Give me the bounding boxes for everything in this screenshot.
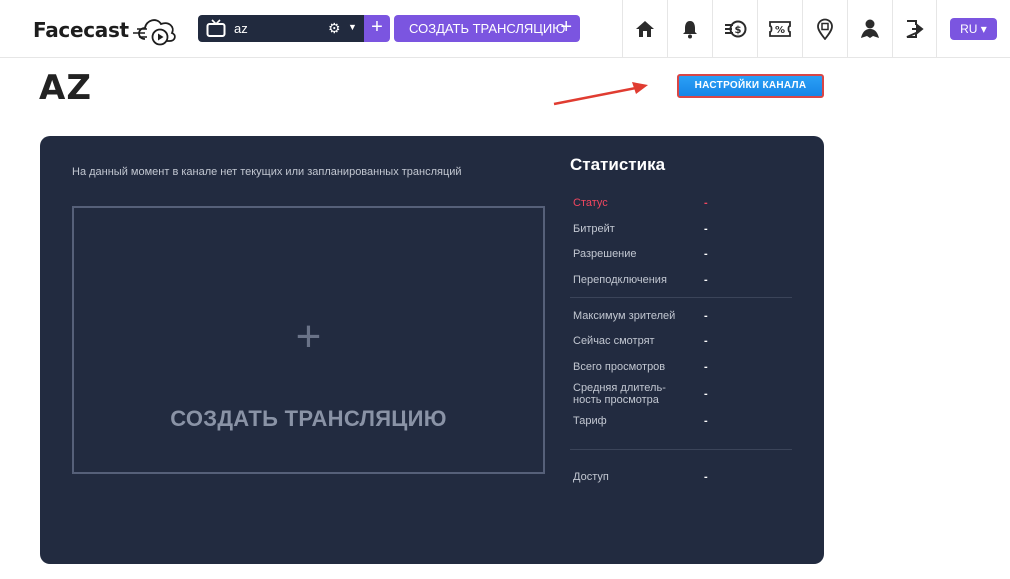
- channel-name: az: [234, 21, 248, 36]
- stat-label: Статус: [573, 197, 608, 209]
- plus-icon: +: [295, 312, 322, 361]
- no-streams-message: На данный момент в канале нет текущих ил…: [72, 166, 462, 178]
- stat-label: Всего просмотров: [573, 361, 666, 373]
- stat-value: -: [704, 197, 708, 209]
- stat-label: Максимум зрителей: [573, 310, 676, 322]
- stats-divider: [570, 449, 792, 450]
- stats-divider: [570, 297, 792, 298]
- cloud-play-icon: [132, 19, 176, 46]
- stat-access: Доступ -: [573, 471, 803, 483]
- channel-panel: На данный момент в канале нет текущих ил…: [40, 136, 824, 564]
- annotation-arrow-icon: [553, 82, 648, 106]
- top-bar: Facecast az ⚙ ▼ + СОЗДАТЬ ТРАНСЛЯЦИЮ + $: [0, 0, 1010, 58]
- stat-max-viewers: Максимум зрителей -: [573, 310, 803, 322]
- stat-watching-now: Сейчас смотрят -: [573, 335, 803, 347]
- stat-value: -: [704, 471, 708, 483]
- create-stream-button[interactable]: СОЗДАТЬ ТРАНСЛЯЦИЮ +: [394, 15, 580, 42]
- stat-label: Тариф: [573, 415, 607, 427]
- user-icon[interactable]: [847, 0, 892, 58]
- stat-value: -: [704, 415, 708, 427]
- add-channel-button[interactable]: +: [364, 15, 390, 42]
- stat-label: Доступ: [573, 471, 609, 483]
- plus-icon: +: [560, 16, 572, 38]
- page-title: AZ: [39, 68, 92, 108]
- nav-icons: $ %: [622, 0, 937, 58]
- stat-value: -: [704, 361, 708, 373]
- stat-value: -: [704, 274, 708, 286]
- stat-label: Сейчас смотрят: [573, 335, 655, 347]
- bell-icon[interactable]: [667, 0, 712, 58]
- create-stream-label: СОЗДАТЬ ТРАНСЛЯЦИЮ: [409, 21, 566, 36]
- svg-text:%: %: [775, 25, 785, 36]
- stat-bitrate: Битрейт -: [573, 223, 803, 235]
- stat-value: -: [704, 248, 708, 260]
- stat-total-views: Всего просмотров -: [573, 361, 803, 373]
- coins-icon[interactable]: $: [712, 0, 757, 58]
- home-icon[interactable]: [622, 0, 667, 58]
- stat-value: -: [704, 223, 708, 235]
- facecast-logo[interactable]: Facecast: [33, 12, 179, 48]
- stat-value: -: [704, 310, 708, 322]
- tv-icon: [206, 19, 226, 37]
- stat-label-line2: ность просмотра: [573, 394, 659, 406]
- stat-tariff: Тариф -: [573, 415, 803, 427]
- create-stream-box[interactable]: + СОЗДАТЬ ТРАНСЛЯЦИЮ: [72, 206, 545, 474]
- location-icon[interactable]: [802, 0, 847, 58]
- stat-label: Разрешение: [573, 248, 637, 260]
- chevron-down-icon[interactable]: ▼: [348, 22, 357, 32]
- svg-text:$: $: [735, 25, 742, 36]
- logo-text: Facecast: [33, 18, 129, 42]
- gear-icon[interactable]: ⚙: [328, 21, 341, 35]
- stat-status: Статус -: [573, 197, 803, 209]
- create-stream-box-label: СОЗДАТЬ ТРАНСЛЯЦИЮ: [170, 406, 447, 431]
- stat-value: -: [704, 388, 708, 400]
- stats-title: Статистика: [570, 155, 666, 174]
- stat-label: Средняя длитель-: [573, 382, 666, 394]
- discount-icon[interactable]: %: [757, 0, 802, 58]
- stat-value: -: [704, 335, 708, 347]
- stat-reconnects: Переподключения -: [573, 274, 803, 286]
- channel-selector[interactable]: az ⚙ ▼: [198, 15, 364, 42]
- stat-label: Переподключения: [573, 274, 667, 286]
- stat-label: Битрейт: [573, 223, 615, 235]
- stat-resolution: Разрешение -: [573, 248, 803, 260]
- language-selector[interactable]: RU ▾: [950, 18, 997, 40]
- logout-icon[interactable]: [892, 0, 937, 58]
- stat-avg-duration: Средняя длитель- ность просмотра -: [573, 382, 803, 406]
- channel-settings-button[interactable]: НАСТРОЙКИ КАНАЛА: [677, 74, 824, 98]
